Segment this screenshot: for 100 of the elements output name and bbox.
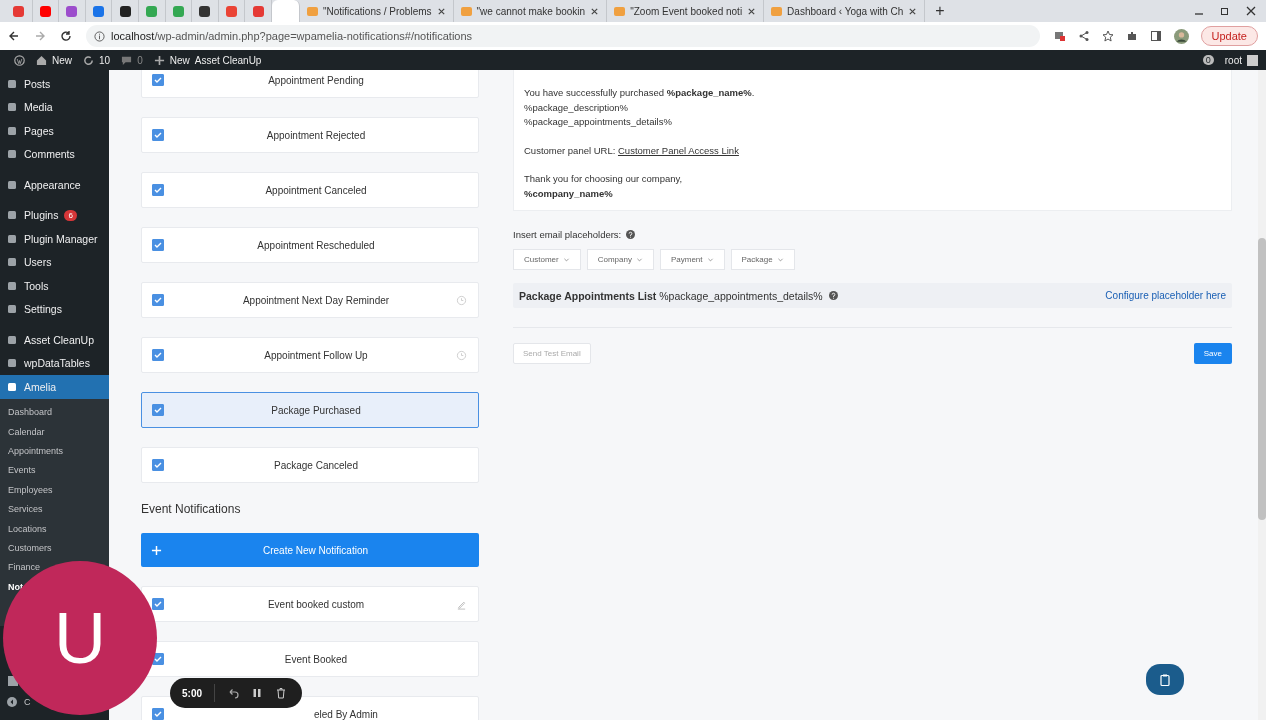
notification-item[interactable]: Package Purchased: [141, 392, 479, 428]
notification-item[interactable]: Appointment Rejected: [141, 117, 479, 153]
sidebar-item[interactable]: Plugins 6: [0, 203, 109, 227]
checkbox[interactable]: [152, 74, 164, 86]
collapse-menu-link[interactable]: C: [24, 697, 31, 707]
sidebar-item[interactable]: Amelia: [0, 375, 109, 399]
sidebar-label: Amelia: [24, 380, 57, 393]
close-icon[interactable]: [747, 6, 757, 16]
caret-icon: [706, 256, 714, 263]
submenu-item[interactable]: Calendar: [8, 426, 45, 437]
checkbox[interactable]: [152, 459, 164, 471]
sidebar-icon[interactable]: [1149, 30, 1162, 42]
notification-item[interactable]: Appointment Rescheduled: [141, 227, 479, 263]
home-icon[interactable]: [36, 54, 47, 66]
tab-title: Dashboard ‹ Yoga with Ch: [787, 5, 904, 17]
help-icon[interactable]: [828, 291, 838, 300]
placeholder-dropdown[interactable]: Customer: [513, 249, 581, 270]
collapse-icon[interactable]: [6, 696, 18, 708]
user-link[interactable]: root: [1224, 54, 1242, 66]
new-tab-button[interactable]: +: [935, 2, 945, 20]
share-icon[interactable]: [1077, 30, 1090, 42]
submenu-item[interactable]: Dashboard: [8, 407, 53, 418]
comments-count[interactable]: 0: [137, 54, 143, 66]
square-icon: [6, 380, 18, 393]
star-icon[interactable]: [1101, 30, 1114, 42]
wordpress-icon[interactable]: [14, 54, 25, 66]
site-link[interactable]: New: [52, 54, 72, 66]
placeholder-dropdown[interactable]: Company: [586, 249, 654, 270]
sidebar-item[interactable]: Pages: [0, 119, 109, 143]
sidebar-item[interactable]: Media: [0, 95, 109, 119]
checkbox[interactable]: [152, 349, 164, 361]
undo-icon[interactable]: [227, 687, 239, 699]
checkbox[interactable]: [152, 404, 164, 416]
notification-item[interactable]: Package Canceled: [141, 447, 479, 483]
notification-item[interactable]: Event booked custom: [141, 586, 479, 622]
submenu-item[interactable]: Appointments: [8, 445, 64, 456]
scrollbar[interactable]: [1258, 70, 1266, 720]
sidebar-item[interactable]: wpDataTables: [0, 351, 109, 375]
notification-count[interactable]: 0: [1202, 55, 1214, 65]
sidebar-item[interactable]: Posts: [0, 72, 109, 96]
restore-icon[interactable]: [1220, 6, 1230, 16]
placeholder-dropdown[interactable]: Package: [730, 249, 795, 270]
puzzle-icon[interactable]: [1125, 30, 1138, 42]
updates-count[interactable]: 10: [99, 54, 111, 66]
create-notification-button[interactable]: Create New Notification: [141, 533, 479, 567]
configure-link[interactable]: Configure placeholder here: [1105, 290, 1226, 301]
sidebar-label: Asset CleanUp: [24, 333, 95, 346]
sidebar-item[interactable]: Comments: [0, 142, 109, 166]
tab-title: "Notifications / Problems: [322, 5, 432, 17]
sidebar-item[interactable]: Settings: [0, 297, 109, 321]
pause-icon[interactable]: [251, 687, 263, 699]
checkbox[interactable]: [152, 129, 164, 141]
square-icon: [6, 209, 18, 222]
sidebar-label: Posts: [24, 77, 51, 90]
notification-item[interactable]: Appointment Follow Up: [141, 337, 479, 373]
sidebar-item[interactable]: Plugin Manager: [0, 227, 109, 251]
reload-icon[interactable]: [60, 30, 72, 42]
email-text: %company_name%: [524, 186, 614, 201]
plus-icon[interactable]: [153, 54, 165, 66]
submenu-item[interactable]: Services: [8, 504, 43, 515]
checkbox[interactable]: [152, 708, 164, 720]
placeholder-dropdown[interactable]: Payment: [659, 249, 725, 270]
sidebar-item[interactable]: Users: [0, 250, 109, 274]
trash-icon[interactable]: [275, 687, 287, 699]
refresh-icon[interactable]: [83, 54, 94, 66]
submenu-item[interactable]: Locations: [8, 523, 47, 534]
checkbox[interactable]: [152, 184, 164, 196]
avatar-icon[interactable]: [1173, 28, 1189, 44]
submenu-item[interactable]: Events: [8, 465, 36, 476]
blocked-icon[interactable]: [1053, 30, 1066, 42]
update-button[interactable]: Update: [1200, 26, 1258, 46]
notification-item[interactable]: Appointment Next Day Reminder: [141, 282, 479, 318]
new-content-link[interactable]: New: [169, 54, 190, 66]
sidebar-item[interactable]: Asset CleanUp: [0, 328, 109, 352]
checkbox[interactable]: [152, 239, 164, 251]
sidebar-item[interactable]: Tools: [0, 274, 109, 298]
close-icon[interactable]: [590, 6, 600, 16]
help-icon[interactable]: [626, 230, 636, 239]
submenu-item[interactable]: Employees: [8, 484, 53, 495]
email-body-editor[interactable]: You have successfully purchased %package_name%. %package_description% %package_appointments_details% Customer panel URL: Customer Panel Access Link Thank you for choosing our company, %company_name%: [513, 70, 1232, 211]
address-bar[interactable]: localhost/wp-admin/admin.php?page=wpamelia-notifications#/notifications: [86, 25, 1040, 47]
close-icon[interactable]: [1246, 6, 1256, 16]
floating-clipboard-button[interactable]: [1146, 664, 1184, 695]
submenu-item[interactable]: Not: [8, 581, 23, 592]
save-button[interactable]: Save: [1193, 343, 1232, 364]
comment-icon[interactable]: [121, 54, 133, 66]
back-icon[interactable]: [8, 30, 20, 42]
notification-item[interactable]: Appointment Pending: [141, 70, 479, 98]
caret-icon: [776, 256, 784, 263]
close-icon[interactable]: [908, 6, 918, 16]
user-avatar-icon[interactable]: [1247, 54, 1258, 66]
customer-panel-link[interactable]: Customer Panel Access Link: [618, 144, 739, 156]
close-icon[interactable]: [436, 6, 446, 16]
submenu-item[interactable]: Finance: [8, 562, 41, 573]
submenu-item[interactable]: Customers: [8, 542, 52, 553]
checkbox[interactable]: [152, 294, 164, 306]
checkbox[interactable]: [152, 598, 164, 610]
sidebar-item[interactable]: Appearance: [0, 173, 109, 197]
notification-item[interactable]: Appointment Canceled: [141, 172, 479, 208]
asset-cleanup-link[interactable]: Asset CleanUp: [194, 54, 262, 66]
